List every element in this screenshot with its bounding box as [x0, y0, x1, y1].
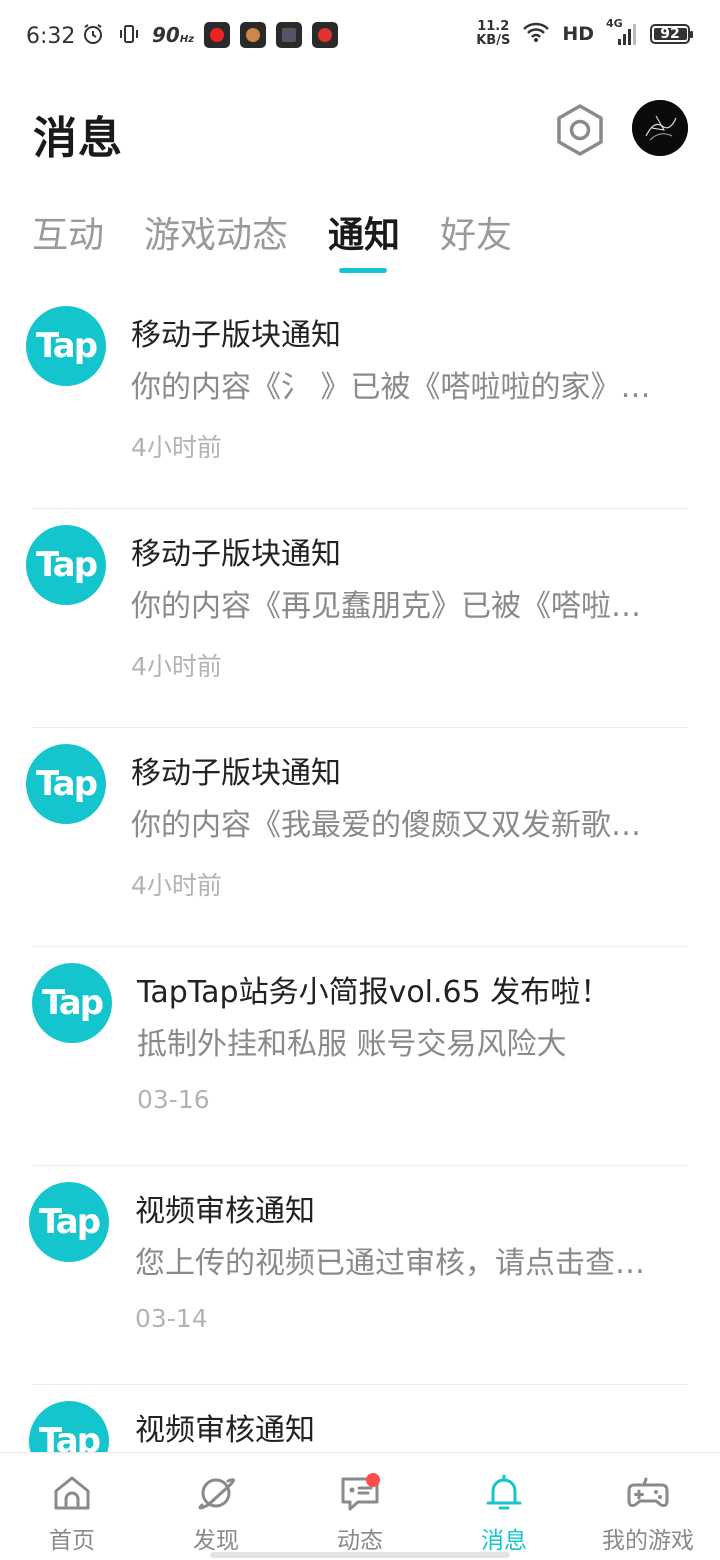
- app-notification-icon: [240, 22, 267, 48]
- planet-icon: [198, 1478, 235, 1510]
- settings-button[interactable]: [554, 103, 606, 157]
- phone-icon: [312, 22, 339, 48]
- notification-title: 移动子版块通知: [131, 318, 341, 353]
- notification-time: 4小时前: [131, 652, 222, 681]
- avatar[interactable]: [632, 100, 688, 156]
- notification-body: 你的内容《氵 》已被《嗒啦啦的家》…: [131, 370, 651, 405]
- list-item[interactable]: Tap TapTap站务小简报vol.65 发布啦！ 抵制外挂和私服 账号交易风…: [0, 947, 720, 1166]
- battery-icon: 92: [650, 24, 693, 44]
- nav-discover[interactable]: 发现: [144, 1453, 288, 1560]
- nav-home[interactable]: 首页: [0, 1453, 144, 1560]
- list-item[interactable]: Tap 视频审核通知 您上传的视频已通过审核，请点击查… 03-14: [0, 1166, 720, 1385]
- home-indicator[interactable]: [210, 1552, 510, 1558]
- list-item[interactable]: Tap 移动子版块通知 你的内容《氵 》已被《嗒啦啦的家》… 4小时前: [0, 290, 720, 509]
- app-notification-icon: [276, 22, 303, 48]
- notification-time: 03-14: [135, 1304, 208, 1333]
- list-item[interactable]: Tap 移动子版块通知 你的内容《我最爱的傻颇又双发新歌… 4小时前: [0, 728, 720, 947]
- notification-body: 你的内容《我最爱的傻颇又双发新歌…: [131, 808, 641, 843]
- nav-label: 发现: [193, 1528, 239, 1554]
- notification-title: 移动子版块通知: [131, 537, 341, 572]
- taptap-logo: Tap: [26, 744, 106, 824]
- tab-interaction[interactable]: 互动: [32, 206, 104, 258]
- notification-title: 视频审核通知: [135, 1413, 315, 1448]
- notification-list: Tap 移动子版块通知 你的内容《氵 》已被《嗒啦啦的家》… 4小时前 Tap …: [0, 290, 720, 1560]
- hd-indicator: HD: [562, 23, 594, 45]
- bottom-nav: 首页 发现 动态 消息 我的游戏: [0, 1452, 720, 1560]
- refresh-rate: 90Hz: [152, 23, 195, 47]
- list-item[interactable]: Tap 移动子版块通知 你的内容《再见蠢朋克》已被《嗒啦… 4小时前: [0, 509, 720, 728]
- taptap-logo: Tap: [26, 525, 106, 605]
- signal-icon: 4G: [606, 17, 638, 47]
- unread-badge: [366, 1473, 380, 1487]
- notification-title: 视频审核通知: [135, 1194, 315, 1229]
- taptap-logo: Tap: [32, 963, 112, 1043]
- page-title: 消息: [33, 113, 123, 164]
- tab-bar: 互动 游戏动态 通知 好友: [32, 206, 552, 258]
- net-speed: 11.2 KB/S: [476, 19, 511, 48]
- status-bar: 6:32 90Hz 11.2 KB/S HD 4G 92: [0, 0, 720, 76]
- wifi-icon: [522, 20, 550, 48]
- alarm-icon: [80, 22, 106, 48]
- tab-notifications[interactable]: 通知: [328, 206, 400, 258]
- settings-hexagon-icon: [557, 104, 603, 156]
- tab-friends[interactable]: 好友: [440, 206, 512, 258]
- home-icon: [54, 1476, 90, 1510]
- nav-label: 动态: [337, 1528, 383, 1554]
- nav-label: 首页: [49, 1528, 95, 1554]
- notification-body: 抵制外挂和私服 账号交易风险大: [137, 1027, 567, 1062]
- notification-body: 你的内容《再见蠢朋克》已被《嗒啦…: [131, 589, 641, 624]
- notification-time: 4小时前: [131, 433, 222, 462]
- nav-my-games[interactable]: 我的游戏: [576, 1453, 720, 1560]
- battery-level: 92: [660, 26, 680, 42]
- bell-icon: [486, 1474, 522, 1510]
- active-tab-indicator: [339, 268, 387, 273]
- notification-body: 您上传的视频已通过审核，请点击查…: [135, 1246, 645, 1281]
- vibrate-icon: [116, 22, 142, 48]
- nav-label: 我的游戏: [602, 1528, 694, 1554]
- notification-title: 移动子版块通知: [131, 756, 341, 791]
- taptap-logo: Tap: [29, 1182, 109, 1262]
- notification-time: 4小时前: [131, 871, 222, 900]
- tab-game-updates[interactable]: 游戏动态: [144, 206, 288, 258]
- app-notification-icon: [204, 22, 231, 48]
- nav-feed[interactable]: 动态: [288, 1453, 432, 1560]
- notification-time: 03-16: [137, 1085, 210, 1114]
- gamepad-icon: [627, 1477, 669, 1507]
- notification-title: TapTap站务小简报vol.65 发布啦！: [137, 975, 611, 1010]
- status-time: 6:32: [26, 24, 76, 49]
- nav-label: 消息: [481, 1528, 527, 1554]
- taptap-logo: Tap: [26, 306, 106, 386]
- nav-messages[interactable]: 消息: [432, 1453, 576, 1560]
